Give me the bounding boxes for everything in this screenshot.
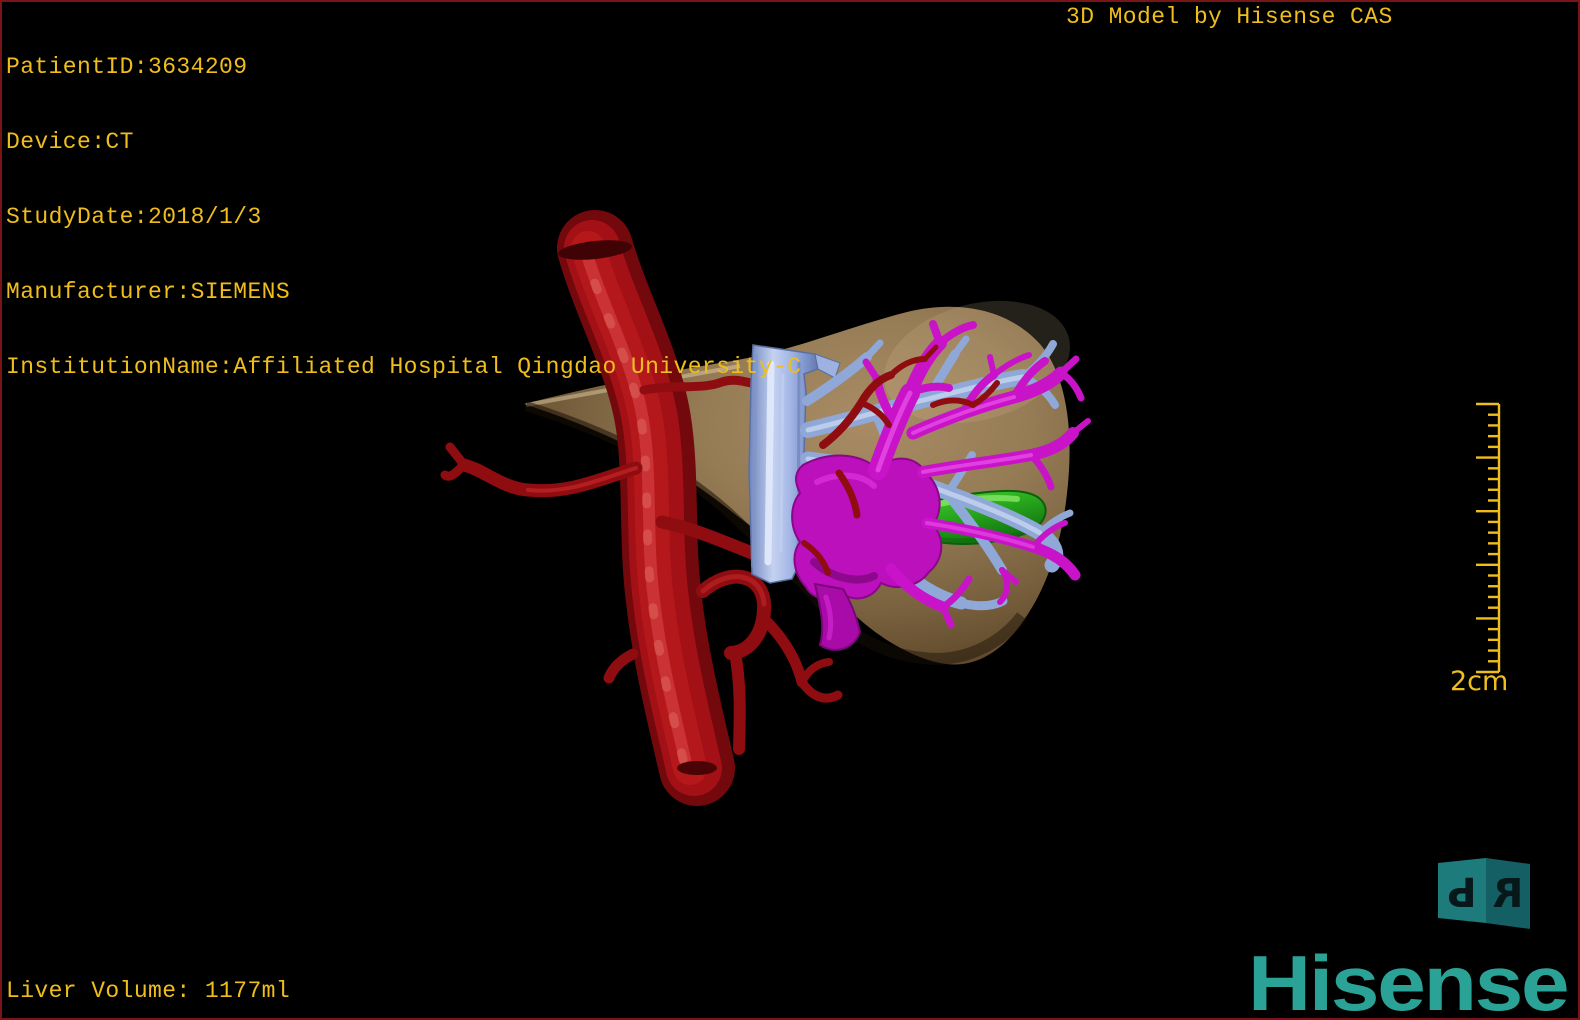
watermark-title: 3D Model by Hisense CAS: [1066, 5, 1393, 30]
hisense-logo: Hisense: [1248, 944, 1567, 1020]
cube-letter-right: R: [1493, 871, 1524, 917]
patient-info-block: PatientID:3634209 Device:CT StudyDate:20…: [6, 5, 801, 430]
liver-volume-readout: Liver Volume: 1177ml: [6, 979, 290, 1004]
scale-ruler: [1476, 404, 1499, 672]
patient-id: PatientID:3634209: [6, 55, 801, 80]
institution-name: InstitutionName:Affiliated Hospital Qing…: [6, 355, 801, 380]
viewer-window: P R PatientID:3634209 Device:CT StudyDat…: [0, 0, 1580, 1020]
study-date: StudyDate:2018/1/3: [6, 205, 801, 230]
cube-letter-posterior: P: [1447, 868, 1476, 914]
device: Device:CT: [6, 130, 801, 155]
scale-label: 2cm: [1450, 666, 1508, 697]
manufacturer: Manufacturer:SIEMENS: [6, 280, 801, 305]
orientation-cube[interactable]: P R: [1438, 858, 1530, 929]
